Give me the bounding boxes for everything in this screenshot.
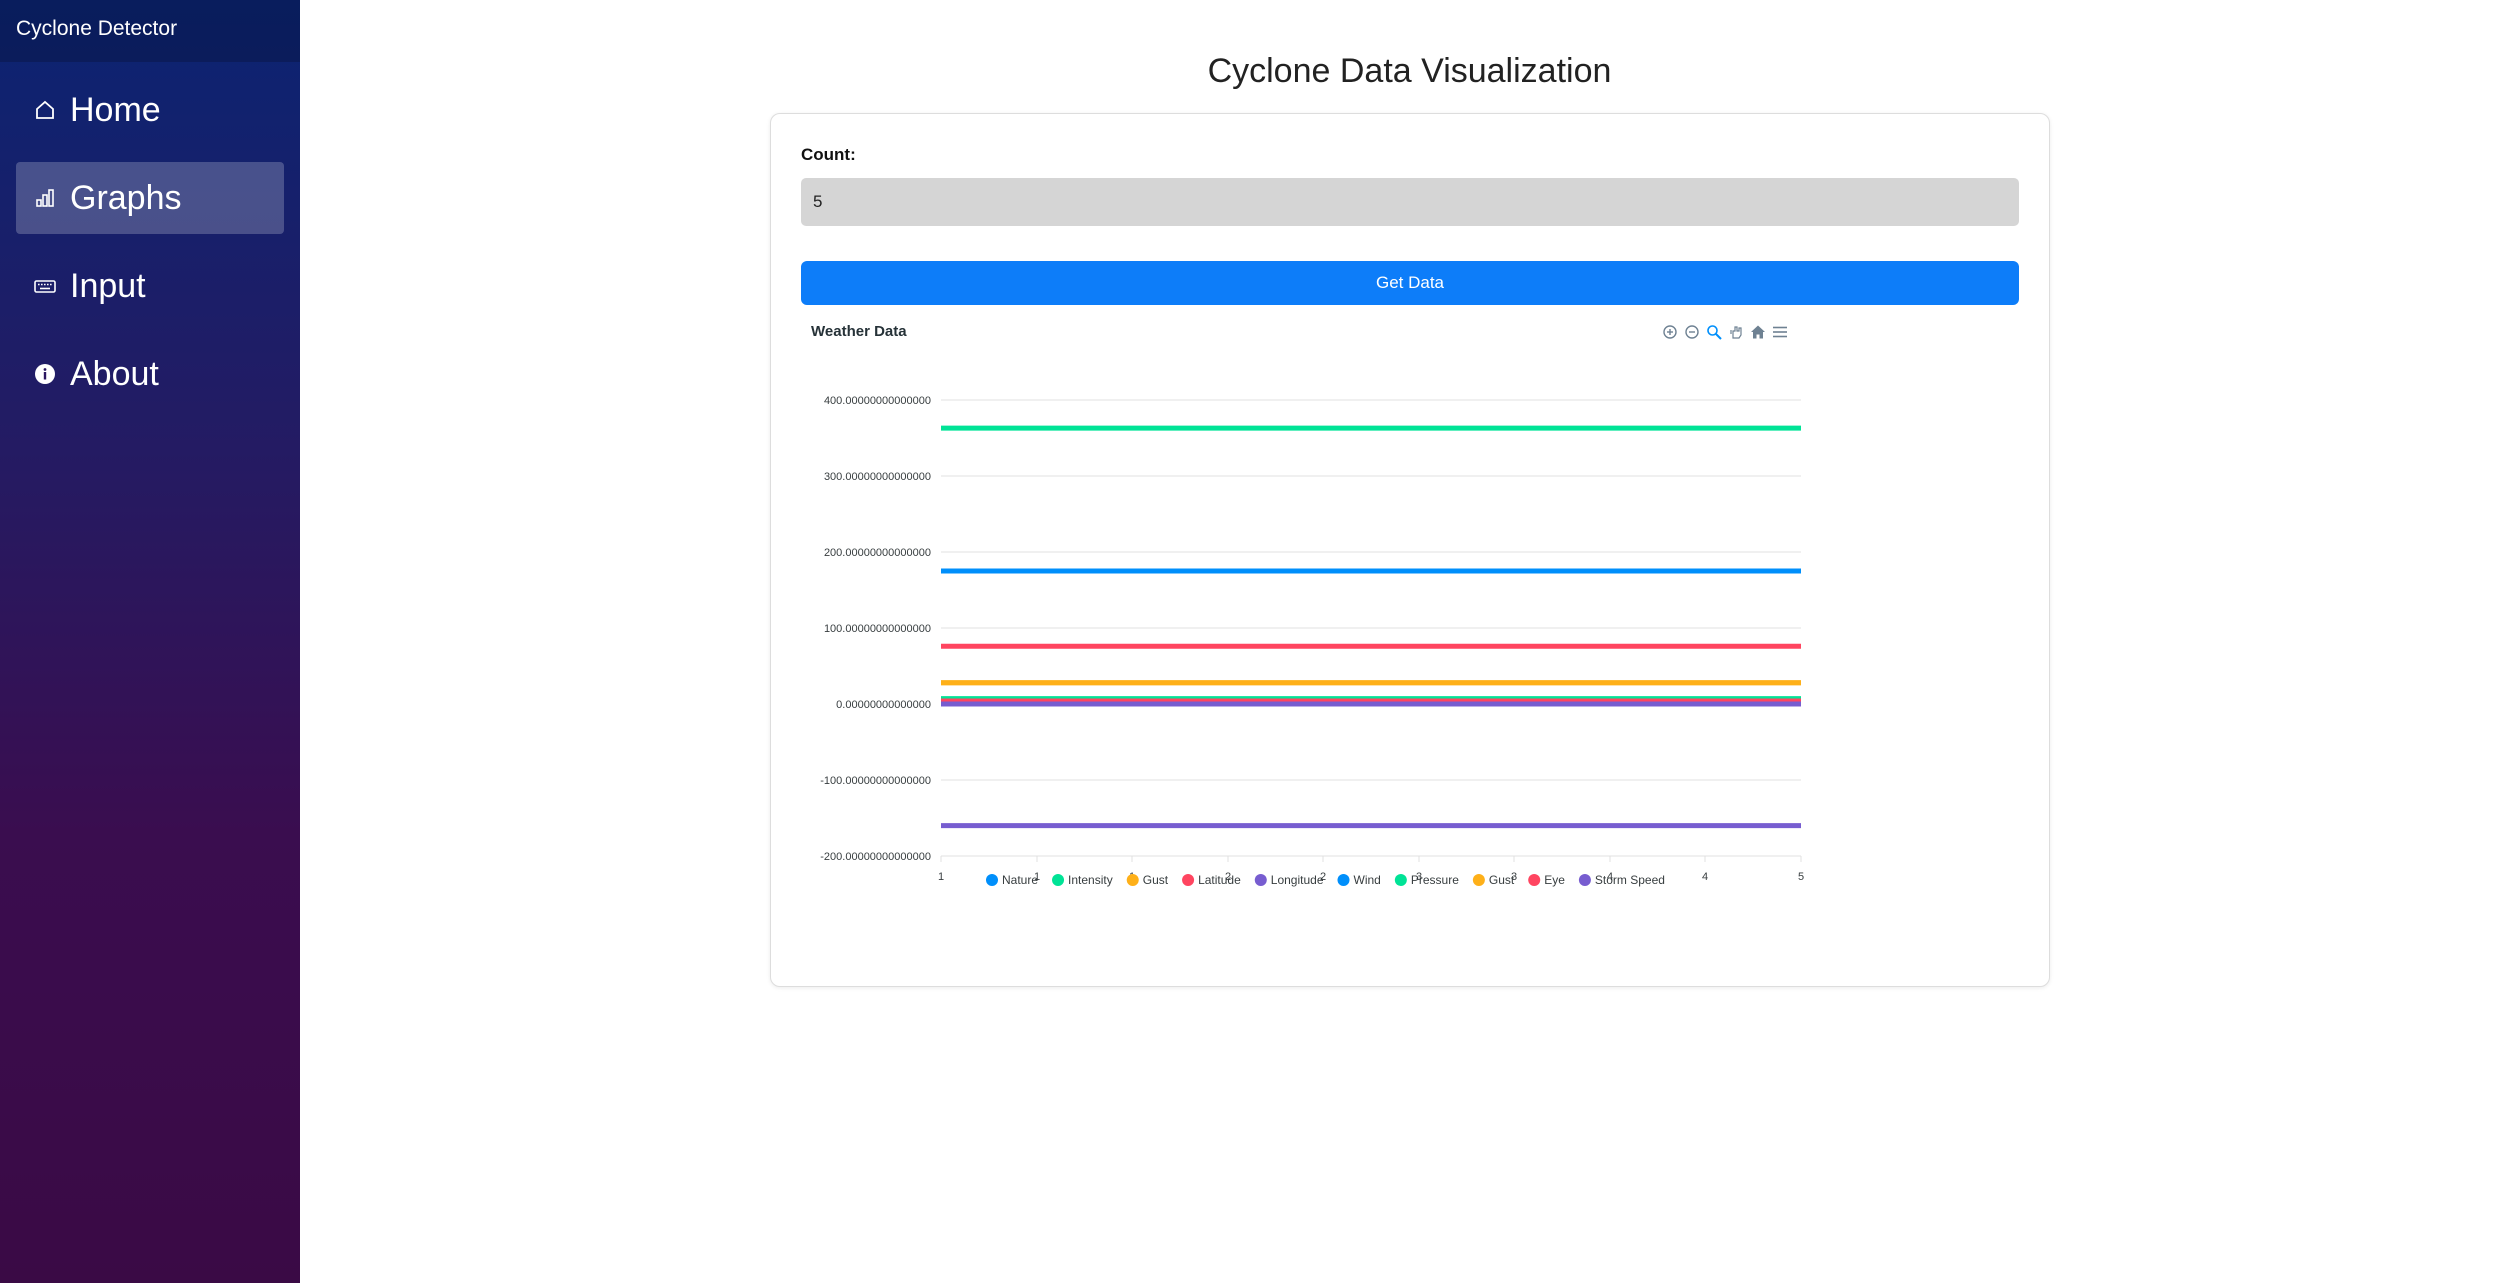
sidebar-item-label: Graphs — [70, 178, 182, 217]
sidebar: Cyclone Detector Home Graphs Input About — [0, 0, 300, 1283]
page-title: Cyclone Data Visualization — [1207, 52, 1612, 90]
legend-marker — [1394, 874, 1407, 886]
y-tick-label: 300.00000000000000 — [824, 471, 931, 483]
legend-marker — [1182, 874, 1195, 886]
legend-label: Gust — [1143, 873, 1169, 887]
sidebar-item-input[interactable]: Input — [16, 250, 284, 322]
legend-marker — [1472, 874, 1485, 886]
y-tick-label: -100.00000000000000 — [820, 775, 931, 787]
legend-marker — [1578, 874, 1591, 886]
legend-marker — [1254, 874, 1267, 886]
y-tick-label: 400.00000000000000 — [824, 395, 931, 407]
legend-label: Wind — [1354, 873, 1381, 887]
legend-marker — [1528, 874, 1541, 886]
legend-marker — [1337, 874, 1350, 886]
legend-label: Storm Speed — [1595, 873, 1665, 887]
legend-label: Gust — [1489, 873, 1515, 887]
data-card: Count: Get Data Weather Data — [770, 113, 2050, 987]
weather-chart: Weather Data 400.00000000000000 300.0000… — [801, 314, 2019, 974]
chart-plot: 400.00000000000000 300.00000000000000 200.… — [820, 395, 1804, 887]
legend-label: Intensity — [1068, 873, 1113, 887]
legend-marker — [1052, 874, 1065, 886]
legend-marker — [1126, 874, 1139, 886]
legend-label: Eye — [1544, 873, 1565, 887]
count-input[interactable] — [801, 178, 2019, 226]
keyboard-icon — [32, 273, 58, 299]
legend-label: Longitude — [1271, 873, 1324, 887]
legend-label: Pressure — [1411, 873, 1459, 887]
y-tick-label: 0.00000000000000 — [836, 699, 931, 711]
sidebar-item-label: Home — [70, 90, 161, 129]
legend-marker — [986, 874, 998, 886]
get-data-button[interactable]: Get Data — [801, 261, 2019, 305]
sidebar-item-home[interactable]: Home — [16, 74, 284, 146]
info-icon — [32, 361, 58, 387]
x-tick-label: 5 — [1798, 871, 1804, 883]
sidebar-item-about[interactable]: About — [16, 338, 284, 410]
legend-label: Nature — [1002, 873, 1038, 887]
home-icon — [32, 97, 58, 123]
y-tick-label: -200.00000000000000 — [820, 851, 931, 863]
app-title: Cyclone Detector — [0, 0, 300, 62]
sidebar-item-label: About — [70, 354, 159, 393]
count-label: Count: — [801, 145, 856, 164]
y-tick-label: 200.00000000000000 — [824, 547, 931, 559]
bar-chart-icon — [32, 185, 58, 211]
sidebar-item-label: Input — [70, 266, 146, 305]
x-tick-label: 1 — [938, 871, 944, 883]
sidebar-nav: Home Graphs Input About — [0, 74, 300, 410]
x-tick-label: 4 — [1702, 871, 1708, 883]
sidebar-item-graphs[interactable]: Graphs — [16, 162, 284, 234]
legend-label: Latitude — [1198, 873, 1241, 887]
y-tick-label: 100.00000000000000 — [824, 623, 931, 635]
